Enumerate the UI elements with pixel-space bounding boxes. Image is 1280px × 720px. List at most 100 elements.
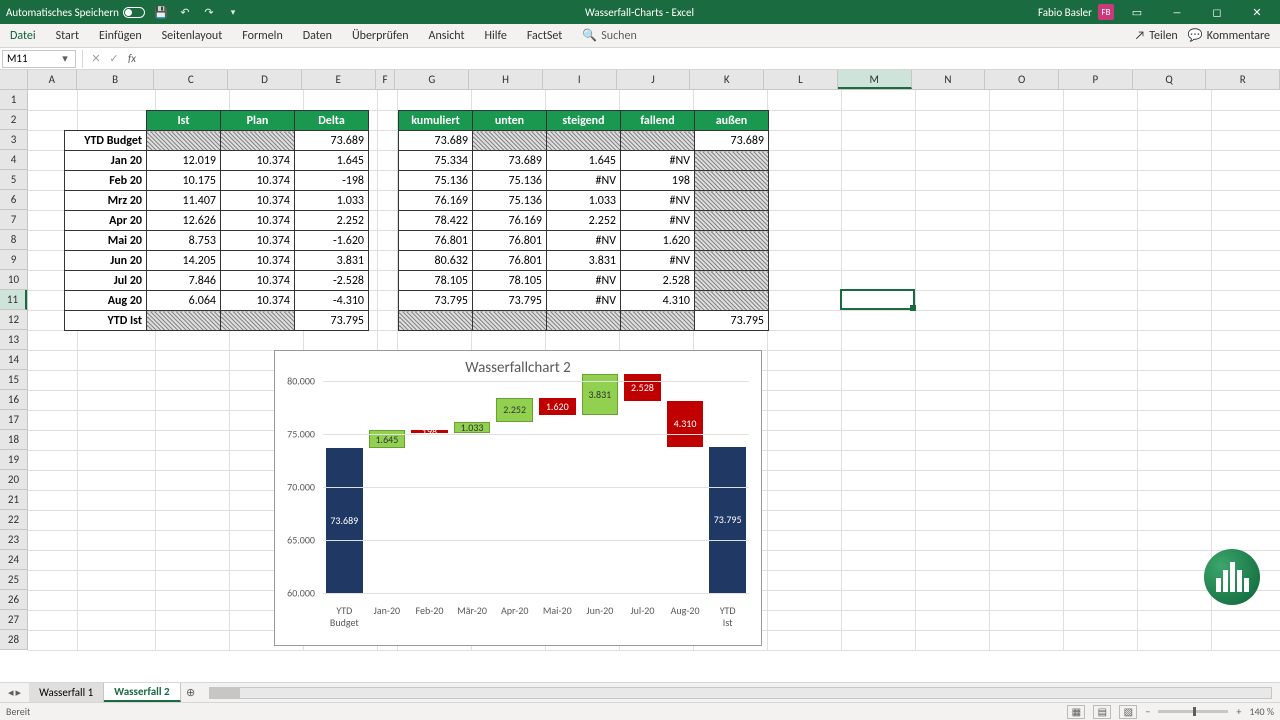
column-header[interactable]: J xyxy=(617,70,691,89)
row-header[interactable]: 24 xyxy=(0,550,27,570)
status-bar: Bereit ▦ ▤ ▧ − + 140 % xyxy=(0,702,1280,720)
row-header[interactable]: 15 xyxy=(0,370,27,390)
share-button[interactable]: ↗ Teilen xyxy=(1135,28,1178,43)
user-name[interactable]: Fabio Basler xyxy=(1038,6,1092,19)
column-header[interactable]: A xyxy=(28,70,77,89)
ribbon-options-icon[interactable]: ▭ xyxy=(1120,0,1154,24)
column-header[interactable]: N xyxy=(912,70,986,89)
column-header[interactable]: H xyxy=(469,70,543,89)
sheet-nav[interactable]: ◂▸ xyxy=(0,686,29,699)
row-header[interactable]: 6 xyxy=(0,190,27,210)
autosave-toggle[interactable]: Automatisches Speichern xyxy=(6,6,145,19)
ribbon-tab-überprüfen[interactable]: Überprüfen xyxy=(342,24,419,47)
row-header[interactable]: 12 xyxy=(0,310,27,330)
row-header[interactable]: 3 xyxy=(0,130,27,150)
fx-icon[interactable]: fx xyxy=(123,52,141,65)
data-table-left[interactable]: IstPlanDelta YTD Budget 73.689Jan 20 12.… xyxy=(64,110,369,331)
row-header[interactable]: 9 xyxy=(0,250,27,270)
row-header[interactable]: 13 xyxy=(0,330,27,350)
zoom-slider[interactable] xyxy=(1158,710,1228,713)
close-button[interactable]: ✕ xyxy=(1240,0,1274,24)
x-axis-label: YTDIst xyxy=(706,601,749,629)
maximize-button[interactable]: ◻ xyxy=(1200,0,1234,24)
add-sheet-button[interactable]: ⊕ xyxy=(181,686,201,699)
column-header[interactable]: C xyxy=(154,70,228,89)
sheet-tab[interactable]: Wasserfall 1 xyxy=(29,683,104,702)
page-layout-button[interactable]: ▤ xyxy=(1093,705,1111,719)
ribbon-tab-formeln[interactable]: Formeln xyxy=(232,24,292,47)
worksheet-grid[interactable]: ABCDEFGHIJKLMNOPQR 123456789101112131415… xyxy=(0,70,1280,682)
waterfall-chart[interactable]: Wasserfallchart 2 60.00065.00070.00075.0… xyxy=(274,350,762,646)
normal-view-button[interactable]: ▦ xyxy=(1067,705,1085,719)
ribbon-tab-seitenlayout[interactable]: Seitenlayout xyxy=(152,24,233,47)
qat-customize-icon[interactable]: ▾ xyxy=(225,4,241,20)
row-header[interactable]: 26 xyxy=(0,590,27,610)
save-icon[interactable]: 💾 xyxy=(153,4,169,20)
row-header[interactable]: 25 xyxy=(0,570,27,590)
row-header[interactable]: 8 xyxy=(0,230,27,250)
column-header[interactable]: M xyxy=(838,70,912,89)
column-header[interactable]: B xyxy=(77,70,155,89)
name-box[interactable]: M11 ▾ xyxy=(2,50,76,68)
ribbon-tab-daten[interactable]: Daten xyxy=(293,24,342,47)
row-header[interactable]: 7 xyxy=(0,210,27,230)
row-header[interactable]: 18 xyxy=(0,430,27,450)
sheet-tab[interactable]: Wasserfall 2 xyxy=(104,683,180,702)
row-header[interactable]: 20 xyxy=(0,470,27,490)
row-header[interactable]: 28 xyxy=(0,630,27,650)
zoom-in-button[interactable]: + xyxy=(1236,705,1241,718)
chart-bar: 4.310 xyxy=(667,401,704,447)
row-header[interactable]: 1 xyxy=(0,90,27,110)
row-header[interactable]: 23 xyxy=(0,530,27,550)
chart-title: Wasserfallchart 2 xyxy=(275,351,761,381)
chart-bar: 1.620 xyxy=(539,398,576,415)
undo-icon[interactable]: ↶ xyxy=(177,4,193,20)
ribbon-tab-datei[interactable]: Datei xyxy=(0,24,46,47)
ribbon-tab-factset[interactable]: FactSet xyxy=(517,24,572,47)
search-box[interactable]: 🔍 Suchen xyxy=(582,28,636,43)
column-header[interactable]: E xyxy=(302,70,376,89)
column-header[interactable]: F xyxy=(376,70,396,89)
row-header[interactable]: 4 xyxy=(0,150,27,170)
column-header[interactable]: K xyxy=(690,70,764,89)
minimize-button[interactable]: ― xyxy=(1160,0,1194,24)
redo-icon[interactable]: ↷ xyxy=(201,4,217,20)
formula-input[interactable] xyxy=(141,50,1280,68)
column-header[interactable]: G xyxy=(395,70,469,89)
page-break-button[interactable]: ▧ xyxy=(1119,705,1137,719)
ribbon-tab-einfügen[interactable]: Einfügen xyxy=(89,24,152,47)
enter-formula-icon[interactable]: ✓ xyxy=(105,52,123,65)
ribbon-tab-ansicht[interactable]: Ansicht xyxy=(419,24,475,47)
column-header[interactable]: P xyxy=(1059,70,1133,89)
ribbon-tab-hilfe[interactable]: Hilfe xyxy=(475,24,517,47)
x-axis-label: Jul-20 xyxy=(621,601,664,629)
row-header[interactable]: 14 xyxy=(0,350,27,370)
user-avatar[interactable]: FB xyxy=(1098,4,1114,20)
row-header[interactable]: 11 xyxy=(0,290,27,310)
column-header[interactable]: D xyxy=(228,70,302,89)
column-header[interactable]: L xyxy=(764,70,838,89)
x-axis-label: Jan-20 xyxy=(366,601,409,629)
data-table-right[interactable]: kumuliertuntensteigendfallendaußen 73.68… xyxy=(398,110,769,331)
zoom-out-button[interactable]: − xyxy=(1145,705,1150,718)
status-ready: Bereit xyxy=(6,705,30,718)
row-header[interactable]: 16 xyxy=(0,390,27,410)
select-all-corner[interactable] xyxy=(0,70,28,89)
column-header[interactable]: Q xyxy=(1133,70,1207,89)
row-header[interactable]: 10 xyxy=(0,270,27,290)
row-header[interactable]: 2 xyxy=(0,110,27,130)
comments-button[interactable]: 💬 Kommentare xyxy=(1188,28,1270,43)
column-header[interactable]: R xyxy=(1206,70,1280,89)
row-header[interactable]: 17 xyxy=(0,410,27,430)
row-header[interactable]: 19 xyxy=(0,450,27,470)
row-header[interactable]: 5 xyxy=(0,170,27,190)
row-header[interactable]: 21 xyxy=(0,490,27,510)
row-header[interactable]: 22 xyxy=(0,510,27,530)
column-header[interactable]: O xyxy=(985,70,1059,89)
horizontal-scrollbar[interactable] xyxy=(209,687,1272,699)
row-header[interactable]: 27 xyxy=(0,610,27,630)
chevron-right-icon: ▸ xyxy=(16,686,22,699)
column-header[interactable]: I xyxy=(543,70,617,89)
ribbon-tab-start[interactable]: Start xyxy=(46,24,89,47)
cancel-formula-icon[interactable]: ✕ xyxy=(87,52,105,65)
